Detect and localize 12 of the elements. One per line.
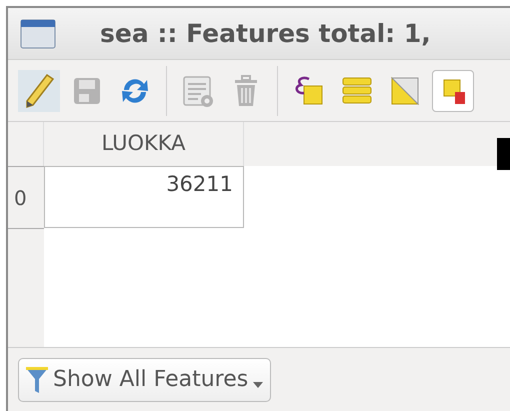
split-square-icon — [389, 74, 421, 106]
window-icon — [20, 18, 56, 48]
row-header[interactable]: 0 — [8, 166, 44, 228]
table-cell: 36211 — [44, 166, 244, 228]
window-title: sea :: Features total: 1, — [100, 18, 431, 50]
filter-dropdown-button[interactable]: Show All Features — [18, 358, 272, 402]
funnel-icon — [25, 364, 49, 394]
table-gear-icon — [181, 74, 215, 108]
stacked-rows-icon — [341, 74, 373, 106]
caret-icon — [252, 380, 264, 390]
edit-button[interactable] — [18, 70, 60, 112]
deselect-button[interactable] — [432, 70, 474, 112]
